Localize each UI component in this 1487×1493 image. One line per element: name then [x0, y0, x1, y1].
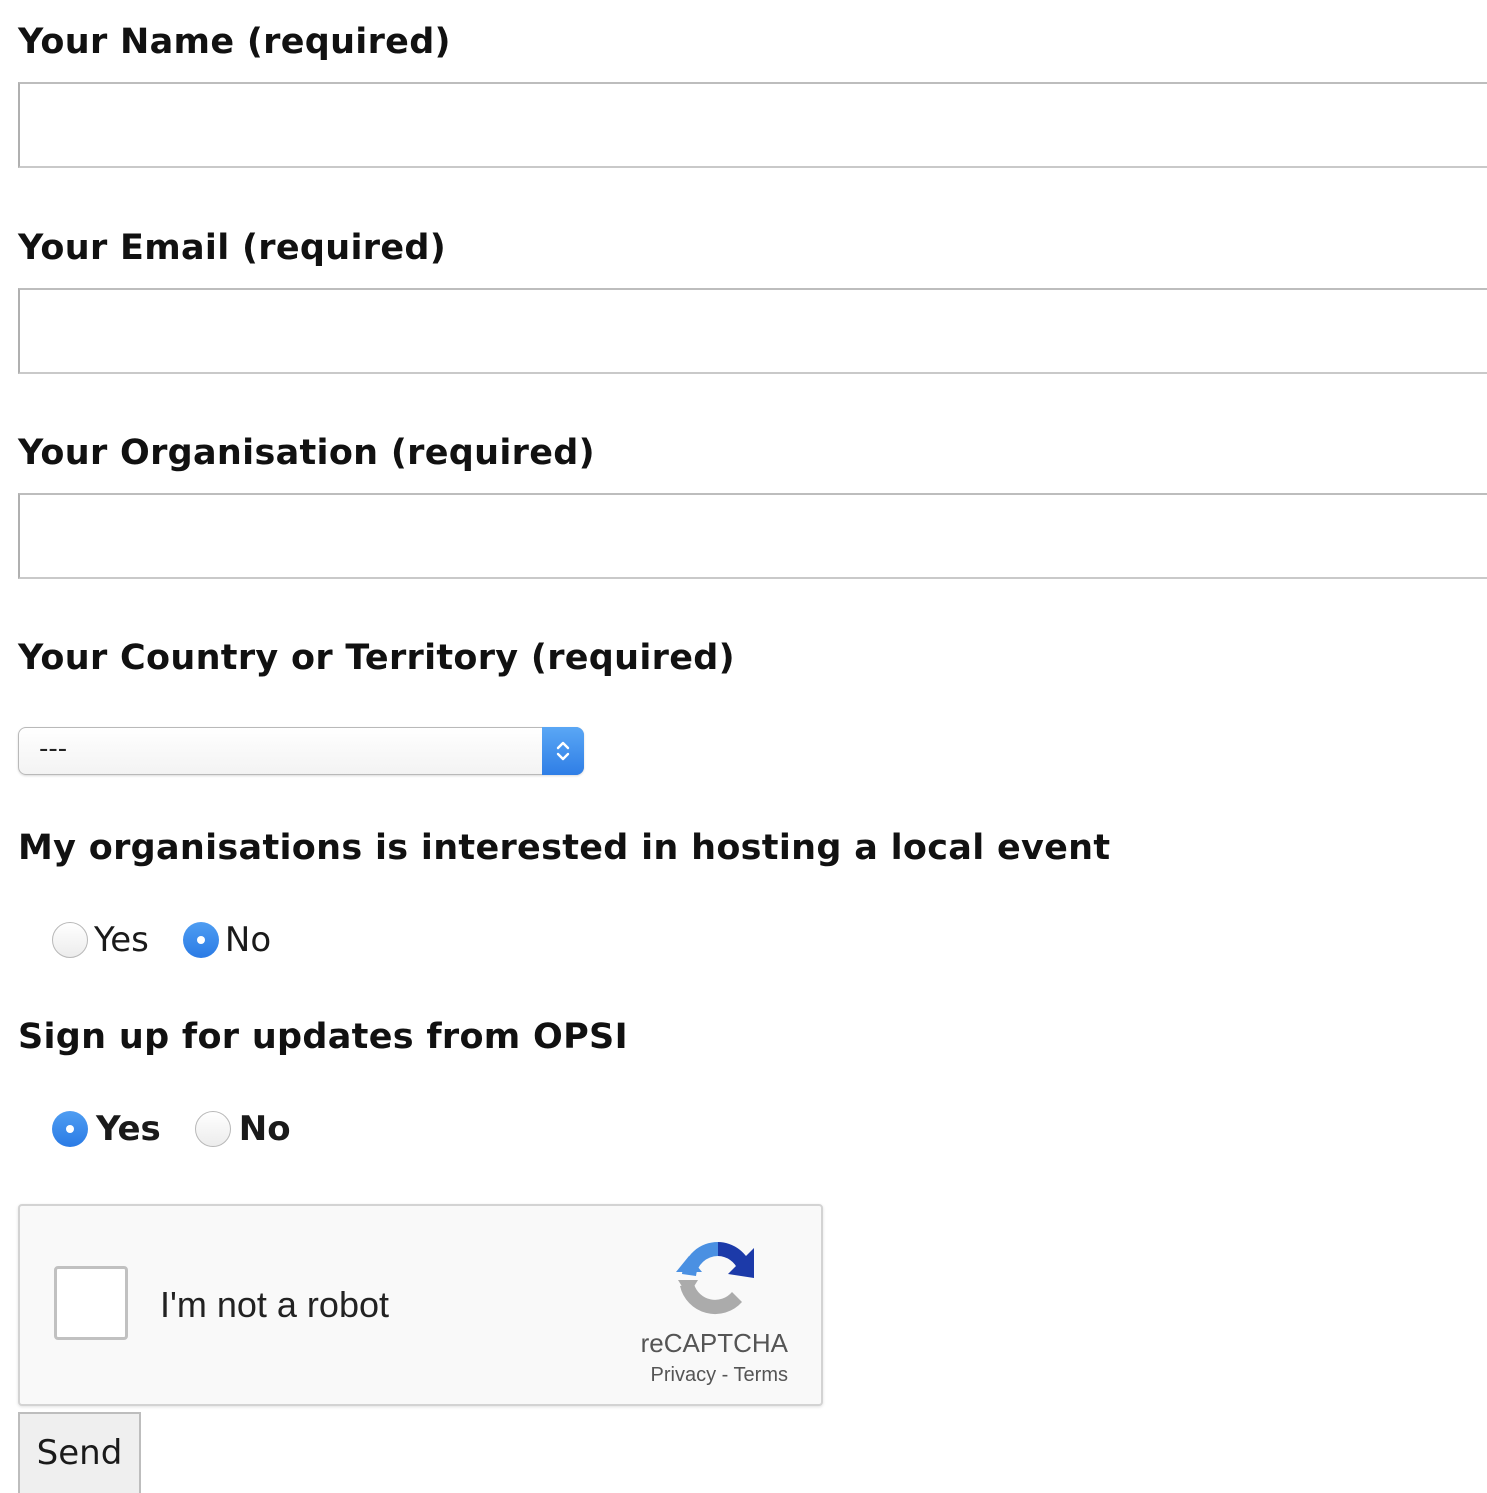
- recaptcha-logo-icon: [672, 1234, 760, 1327]
- updates-option-yes[interactable]: Yes: [52, 1109, 161, 1149]
- recaptcha-checkbox[interactable]: [54, 1266, 128, 1340]
- updates-yes-radio[interactable]: [52, 1111, 88, 1147]
- updates-option-no[interactable]: No: [194, 1109, 291, 1149]
- hosting-option-yes[interactable]: Yes: [52, 920, 149, 960]
- hosting-option-no[interactable]: No: [182, 920, 272, 960]
- organisation-label: Your Organisation (required): [18, 433, 595, 473]
- recaptcha-label: I'm not a robot: [160, 1284, 389, 1325]
- email-label: Your Email (required): [18, 228, 447, 268]
- chevron-up-down-icon: [542, 727, 584, 775]
- recaptcha-widget: I'm not a robot reCAPTCHA Privacy - Term…: [18, 1204, 823, 1406]
- send-button[interactable]: Send: [18, 1412, 141, 1493]
- hosting-no-label: No: [224, 920, 272, 960]
- name-label: Your Name (required): [18, 22, 451, 62]
- recaptcha-privacy-link[interactable]: Privacy: [651, 1364, 717, 1386]
- country-label: Your Country or Territory (required): [18, 638, 735, 678]
- recaptcha-brand: reCAPTCHA: [640, 1328, 788, 1358]
- email-input[interactable]: [18, 288, 1487, 374]
- country-selected-value: ---: [39, 734, 68, 764]
- updates-radio-group: Yes No: [52, 1109, 325, 1149]
- updates-no-radio[interactable]: [194, 1111, 231, 1147]
- hosting-radio-group: Yes No: [52, 920, 305, 960]
- recaptcha-links: Privacy - Terms: [651, 1364, 788, 1387]
- hosting-yes-label: Yes: [94, 920, 149, 960]
- updates-yes-label: Yes: [96, 1109, 161, 1149]
- hosting-label: My organisations is interested in hostin…: [18, 828, 1111, 868]
- country-select[interactable]: ---: [18, 727, 584, 775]
- updates-no-label: No: [238, 1109, 291, 1149]
- organisation-input[interactable]: [18, 493, 1487, 579]
- hosting-no-radio[interactable]: [182, 922, 219, 958]
- hosting-yes-radio[interactable]: [52, 922, 88, 958]
- contact-form: Your Name (required) Your Email (require…: [0, 0, 1487, 1493]
- name-input[interactable]: [18, 82, 1487, 168]
- updates-label: Sign up for updates from OPSI: [18, 1017, 628, 1057]
- recaptcha-terms-link[interactable]: Terms: [734, 1364, 788, 1386]
- recaptcha-link-separator: -: [721, 1364, 729, 1386]
